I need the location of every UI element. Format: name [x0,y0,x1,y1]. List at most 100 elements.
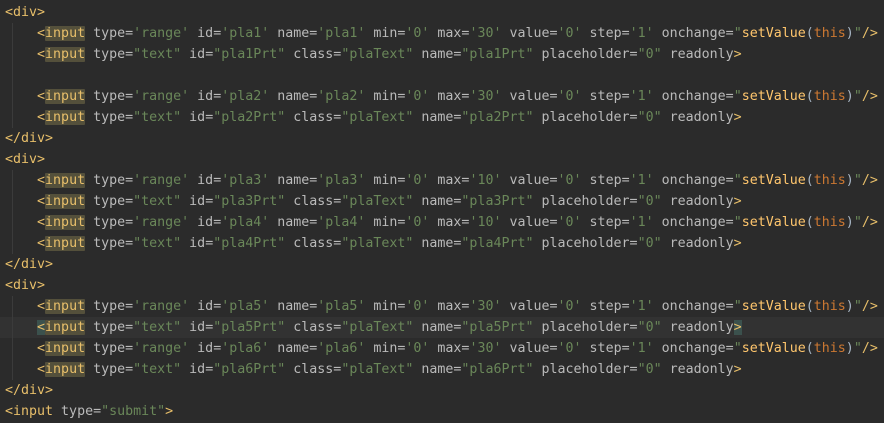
string-token: '10' [469,215,502,230]
tag-token: </div> [5,131,54,146]
code-line[interactable]: <input type='range' id='pla5' name='pla5… [0,296,884,317]
code-line[interactable]: </div> [0,254,884,275]
attribute-token: id= [181,362,214,377]
string-token: '0' [405,173,430,188]
code-line[interactable]: <div> [0,149,884,170]
attribute-token: name= [413,362,462,377]
code-line[interactable]: <input type='range' id='pla3' name='pla3… [0,170,884,191]
function-token: setValue [741,173,806,188]
string-token: 'pla6' [221,341,270,356]
attribute-token: name= [269,299,318,314]
attribute-token: placeholder= [533,236,638,251]
attribute-token: placeholder= [533,362,638,377]
code-line[interactable]: </div> [0,128,884,149]
function-token: setValue [741,89,806,104]
attribute-token: id= [181,236,214,251]
tag-token: /> [861,341,878,356]
tag-token: > [733,47,742,62]
highlighted-tag-name: input [45,89,86,104]
string-token: "plaText" [341,110,414,125]
code-line[interactable]: </div> [0,380,884,401]
indent-guide [12,107,13,128]
tag-token: /> [861,89,878,104]
code-editor[interactable]: <div> <input type='range' id='pla1' name… [0,0,884,423]
attribute-token: id= [189,26,222,41]
string-token: '1' [629,341,654,356]
attribute-token: id= [181,320,214,335]
attribute-token: type= [85,341,134,356]
string-token: " [853,89,862,104]
tag-token: > [733,194,742,209]
keyword-token: this [813,299,846,314]
attribute-token: name= [413,47,462,62]
tag-token: < [37,299,46,314]
string-token: " [733,341,742,356]
attribute-token: class= [285,47,342,62]
string-token: '1' [629,89,654,104]
string-token: '10' [469,173,502,188]
attribute-token: id= [181,110,214,125]
attribute-token: class= [285,110,342,125]
string-token: '0' [405,341,430,356]
string-token: "plaText" [341,236,414,251]
code-line[interactable]: <input type='range' id='pla1' name='pla1… [0,23,884,44]
string-token: '0' [557,341,582,356]
attribute-token: value= [501,341,558,356]
code-line[interactable]: <input type="text" id="pla6Prt" class="p… [0,359,884,380]
code-line[interactable]: <div> [0,275,884,296]
tag-token: < [37,47,46,62]
string-token: "0" [637,362,662,377]
code-line[interactable]: <input type='range' id='pla2' name='pla2… [0,86,884,107]
highlighted-tag-name: input [45,110,86,125]
tag-token: < [37,194,46,209]
code-line[interactable]: <input type='range' id='pla4' name='pla4… [0,212,884,233]
attribute-token: step= [581,173,630,188]
string-token: 'pla5' [221,299,270,314]
attribute-token: min= [365,89,406,104]
string-token: "text" [133,110,182,125]
attribute-token: max= [429,26,470,41]
string-token: '30' [469,299,502,314]
code-line[interactable]: <input type="text" id="pla3Prt" class="p… [0,191,884,212]
attribute-token: name= [269,341,318,356]
attribute-token: id= [181,194,214,209]
code-line[interactable]: <div> [0,2,884,23]
attribute-token: onchange= [653,299,734,314]
code-line[interactable] [0,65,884,86]
attribute-token: name= [413,110,462,125]
code-line[interactable]: <input type="text" id="pla1Prt" class="p… [0,44,884,65]
tag-token: < [37,110,46,125]
code-line-current[interactable]: <input type="text" id="pla5Prt" class="p… [0,317,884,338]
string-token: 'pla1' [221,26,270,41]
indentation [5,362,37,377]
string-token: 'pla6' [317,341,366,356]
indent-guide [12,296,13,317]
punctuation-token: ( [805,341,814,356]
string-token: '1' [629,173,654,188]
attribute-token: min= [365,26,406,41]
string-token: "pla1Prt" [213,47,286,62]
attribute-token: onchange= [653,215,734,230]
string-token: "0" [637,236,662,251]
code-line[interactable]: <input type="text" id="pla2Prt" class="p… [0,107,884,128]
highlighted-tag-name: input [45,47,86,62]
code-line[interactable]: <input type="submit"> [0,401,884,422]
attribute-token: name= [269,26,318,41]
attribute-token: value= [501,173,558,188]
attribute-token: readonly [661,320,734,335]
indentation [5,341,37,356]
indent-guide [12,359,13,380]
string-token: 'pla2' [221,89,270,104]
attribute-token: type= [85,173,134,188]
tag-token: < [37,215,46,230]
indentation [5,68,37,83]
tag-token: <div> [5,5,46,20]
attribute-token: onchange= [653,26,734,41]
attribute-token: onchange= [653,89,734,104]
string-token: '30' [469,26,502,41]
code-line[interactable]: <input type='range' id='pla6' name='pla6… [0,338,884,359]
code-line[interactable]: <input type="text" id="pla4Prt" class="p… [0,233,884,254]
keyword-token: this [813,215,846,230]
string-token: '1' [629,215,654,230]
attribute-token: step= [581,215,630,230]
